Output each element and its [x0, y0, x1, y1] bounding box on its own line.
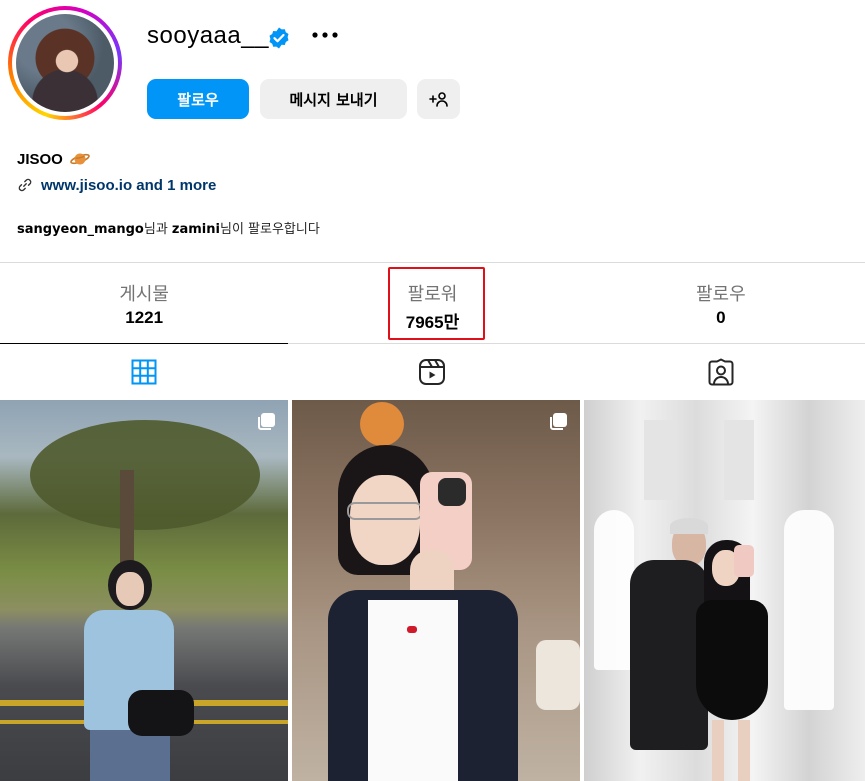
- stat-posts[interactable]: 게시물 1221: [0, 263, 288, 343]
- tagged-icon: [708, 358, 734, 386]
- posts-grid: [0, 400, 865, 781]
- followed-by-suffix: 님이 팔로우합니다: [219, 222, 320, 237]
- suggested-users-button[interactable]: [417, 79, 460, 119]
- tab-reels[interactable]: [288, 344, 576, 400]
- follower-username-1[interactable]: sangyeon_mango: [17, 222, 144, 237]
- multiple-photos-icon: [550, 413, 567, 430]
- more-options-icon[interactable]: [310, 22, 340, 48]
- post-thumbnail[interactable]: [292, 400, 580, 781]
- multiple-photos-icon: [258, 413, 275, 430]
- link-text[interactable]: www.jisoo.io and 1 more: [41, 177, 216, 194]
- post-thumbnail[interactable]: [584, 400, 865, 781]
- post-thumbnail[interactable]: [0, 400, 288, 781]
- avatar[interactable]: [16, 14, 114, 112]
- follow-button[interactable]: 팔로우: [147, 79, 249, 119]
- follower-username-2[interactable]: zamini: [172, 222, 220, 237]
- stat-posts-label: 게시물: [119, 284, 169, 305]
- followed-by-joiner: 님과: [143, 222, 172, 237]
- planet-emoji-icon: [70, 153, 90, 165]
- display-name: JISOO: [17, 151, 63, 168]
- verified-badge-icon: [269, 27, 289, 49]
- tab-tagged[interactable]: [577, 344, 865, 400]
- profile-stats: 게시물 1221 팔로워 7965만 팔로우 0: [0, 262, 865, 344]
- stat-posts-value: 1221: [125, 308, 164, 327]
- stat-following-label: 팔로우: [695, 284, 746, 305]
- followed-by-text[interactable]: sangyeon_mango님과 zamini님이 팔로우합니다: [17, 218, 320, 237]
- reels-icon: [419, 359, 446, 385]
- username: sooyaaa__: [147, 22, 269, 49]
- story-ring[interactable]: [8, 6, 122, 120]
- tab-posts[interactable]: [0, 343, 289, 400]
- link-icon: [18, 178, 32, 192]
- stat-following-value: 0: [716, 308, 726, 327]
- message-button[interactable]: 메시지 보내기: [260, 79, 407, 119]
- stat-followers-label: 팔로워: [407, 284, 458, 305]
- grid-icon: [131, 359, 157, 385]
- external-link[interactable]: www.jisoo.io and 1 more: [17, 175, 216, 195]
- stat-following[interactable]: 팔로우 0: [577, 263, 865, 343]
- stat-followers[interactable]: 팔로워 7965만: [288, 263, 576, 343]
- profile-tabs: [0, 343, 865, 400]
- add-person-icon: [428, 92, 448, 107]
- stat-followers-value: 7965만: [405, 313, 460, 332]
